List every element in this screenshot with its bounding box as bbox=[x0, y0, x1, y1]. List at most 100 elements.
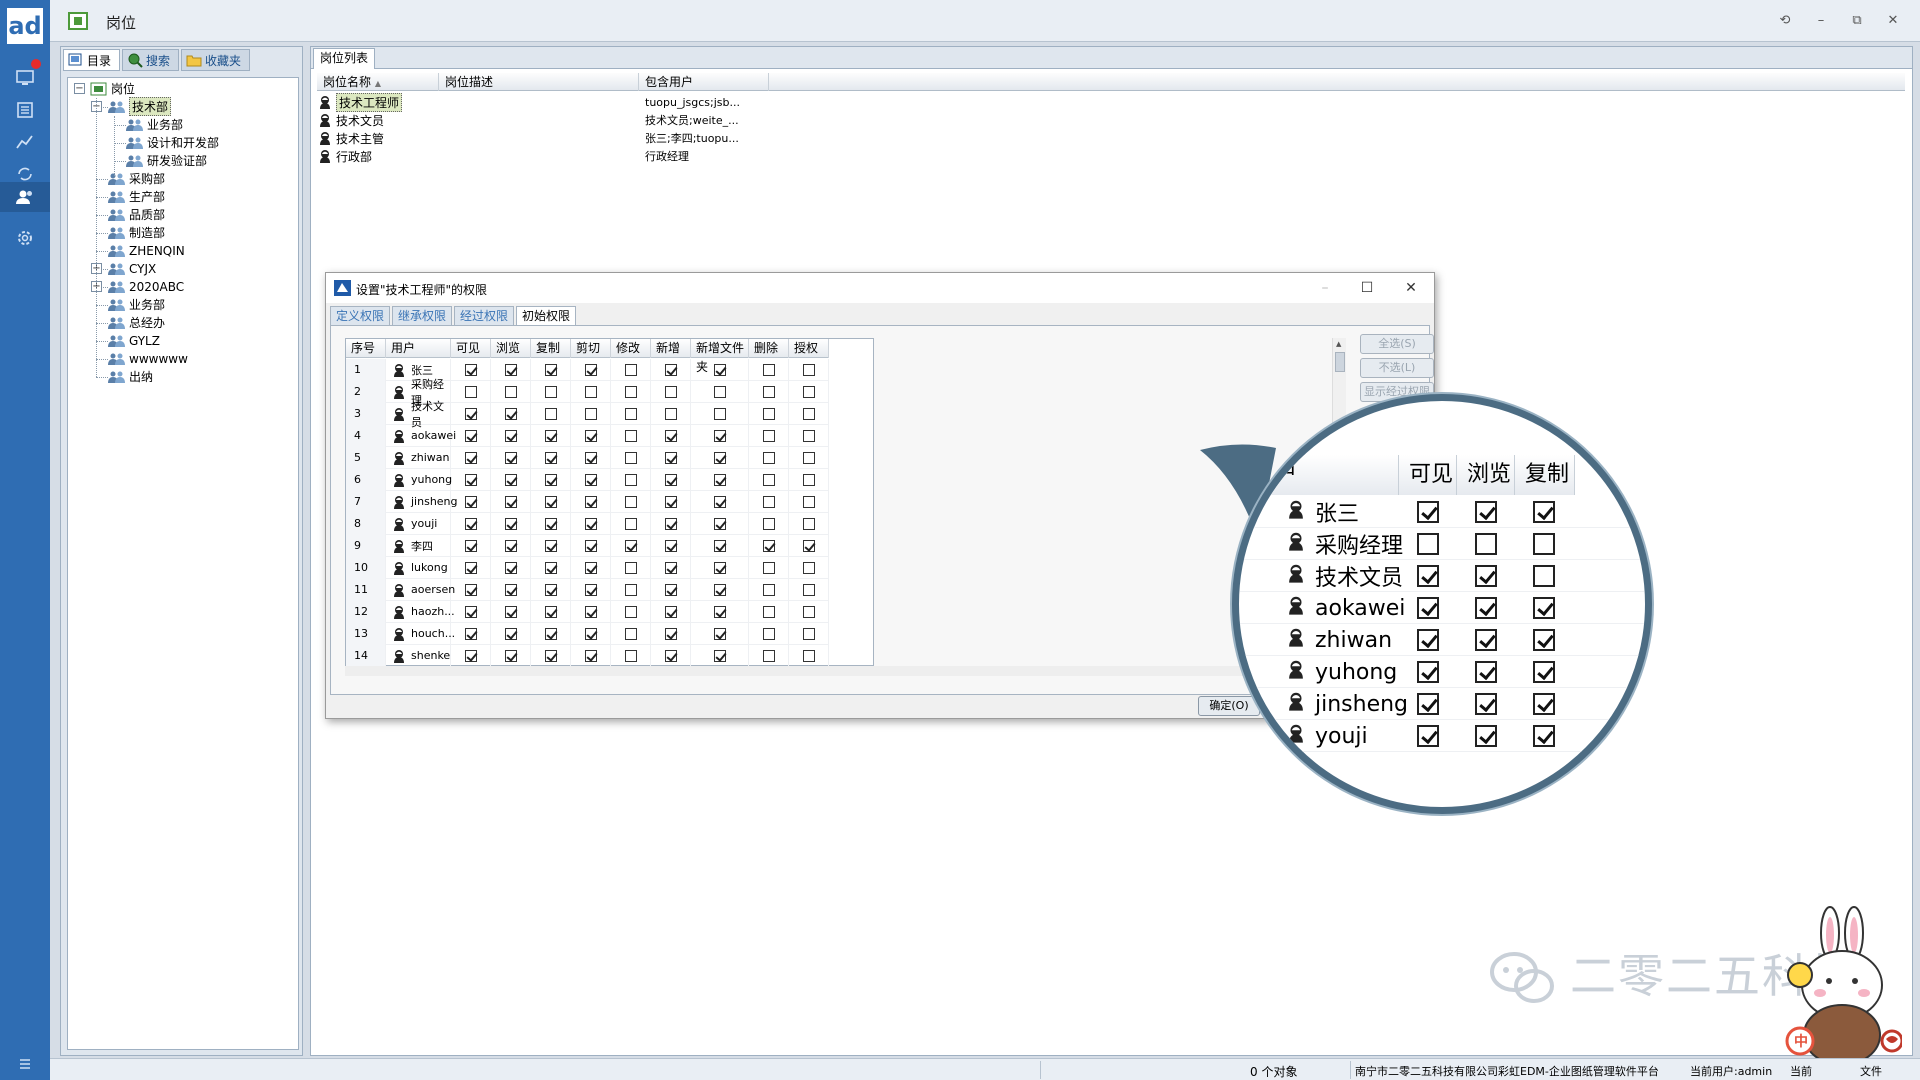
permission-checkbox[interactable] bbox=[624, 363, 637, 376]
permission-checkbox[interactable] bbox=[504, 561, 517, 574]
users-icon[interactable] bbox=[0, 182, 50, 212]
permission-checkbox[interactable] bbox=[464, 627, 477, 640]
scroll-thumb[interactable] bbox=[1335, 352, 1345, 372]
permission-checkbox[interactable] bbox=[584, 385, 597, 398]
select-all-button[interactable]: 全选(S) bbox=[1360, 334, 1434, 354]
grid-column-header[interactable]: 删除 bbox=[749, 339, 789, 358]
menu-icon[interactable] bbox=[0, 1050, 50, 1078]
tree-node[interactable]: 2020ABC bbox=[108, 278, 184, 295]
tree-node-root[interactable]: 岗位 bbox=[90, 80, 135, 97]
tree-node[interactable]: 业务部 bbox=[108, 296, 165, 313]
tab-search[interactable]: 搜索 bbox=[122, 49, 180, 71]
permission-checkbox[interactable] bbox=[624, 473, 637, 486]
permission-checkbox[interactable] bbox=[762, 517, 775, 530]
permission-checkbox[interactable] bbox=[504, 517, 517, 530]
permission-checkbox[interactable] bbox=[504, 627, 517, 640]
permission-checkbox[interactable] bbox=[464, 583, 477, 596]
permission-checkbox[interactable] bbox=[624, 649, 637, 662]
permission-checkbox[interactable] bbox=[762, 473, 775, 486]
scroll-up-icon[interactable]: ▲ bbox=[1336, 340, 1341, 348]
dialog-tab[interactable]: 经过权限 bbox=[454, 306, 515, 326]
permission-checkbox[interactable] bbox=[584, 627, 597, 640]
tree-node[interactable]: ZHENQIN bbox=[108, 242, 185, 259]
permission-checkbox[interactable] bbox=[802, 473, 815, 486]
column-header-desc[interactable]: 岗位描述 bbox=[439, 73, 639, 91]
table-row[interactable]: 14 shenke bbox=[346, 644, 829, 667]
permission-checkbox[interactable] bbox=[584, 473, 597, 486]
permission-checkbox[interactable] bbox=[762, 539, 775, 552]
tab-favorites[interactable]: 收藏夹 bbox=[181, 49, 251, 71]
monitor-icon[interactable] bbox=[0, 64, 50, 92]
permission-checkbox[interactable] bbox=[713, 517, 726, 530]
tree-node[interactable]: 技术部 bbox=[108, 97, 172, 116]
permission-checkbox[interactable] bbox=[664, 583, 677, 596]
tree-node[interactable]: wwwwww bbox=[108, 350, 188, 367]
tree-node[interactable]: CYJX bbox=[108, 260, 156, 277]
permission-checkbox[interactable] bbox=[584, 561, 597, 574]
tree-expander-icon[interactable]: − bbox=[74, 83, 85, 94]
permission-checkbox[interactable] bbox=[802, 429, 815, 442]
permission-checkbox[interactable] bbox=[762, 495, 775, 508]
settings-icon[interactable] bbox=[0, 224, 50, 252]
permission-checkbox[interactable] bbox=[584, 517, 597, 530]
table-row[interactable]: 8 youji bbox=[346, 512, 829, 535]
permission-checkbox[interactable] bbox=[504, 385, 517, 398]
tree-node[interactable]: 设计和开发部 bbox=[126, 134, 219, 151]
permission-checkbox[interactable] bbox=[624, 451, 637, 464]
permission-checkbox[interactable] bbox=[584, 407, 597, 420]
minimize-button[interactable]: – bbox=[1808, 10, 1834, 32]
table-row[interactable]: 12 haozh... bbox=[346, 600, 829, 623]
select-none-button[interactable]: 不选(L) bbox=[1360, 358, 1434, 378]
document-list-icon[interactable] bbox=[0, 96, 50, 124]
permission-checkbox[interactable] bbox=[802, 649, 815, 662]
permission-checkbox[interactable] bbox=[504, 451, 517, 464]
permission-checkbox[interactable] bbox=[504, 429, 517, 442]
table-row[interactable]: 11 aoersen bbox=[346, 578, 829, 601]
tree-node[interactable]: 出纳 bbox=[108, 368, 153, 385]
grid-column-header[interactable]: 修改 bbox=[611, 339, 651, 358]
permission-checkbox[interactable] bbox=[464, 473, 477, 486]
permission-checkbox[interactable] bbox=[762, 605, 775, 618]
tree-node[interactable]: 业务部 bbox=[126, 116, 183, 133]
permission-checkbox[interactable] bbox=[664, 649, 677, 662]
tree-node[interactable]: GYLZ bbox=[108, 332, 160, 349]
permission-checkbox[interactable] bbox=[762, 363, 775, 376]
grid-column-header[interactable]: 授权 bbox=[789, 339, 829, 358]
chart-line-icon[interactable] bbox=[0, 128, 50, 156]
column-header-name[interactable]: 岗位名称 ▲ bbox=[317, 73, 439, 91]
permission-checkbox[interactable] bbox=[544, 561, 557, 574]
permission-checkbox[interactable] bbox=[664, 561, 677, 574]
permission-checkbox[interactable] bbox=[464, 605, 477, 618]
permission-checkbox[interactable] bbox=[713, 583, 726, 596]
permission-checkbox[interactable] bbox=[664, 627, 677, 640]
permission-checkbox[interactable] bbox=[802, 451, 815, 464]
permission-checkbox[interactable] bbox=[802, 605, 815, 618]
permission-checkbox[interactable] bbox=[713, 627, 726, 640]
tree-node[interactable]: 品质部 bbox=[108, 206, 165, 223]
permission-checkbox[interactable] bbox=[624, 583, 637, 596]
permission-checkbox[interactable] bbox=[664, 407, 677, 420]
permission-checkbox[interactable] bbox=[802, 495, 815, 508]
permission-checkbox[interactable] bbox=[464, 561, 477, 574]
permission-checkbox[interactable] bbox=[713, 429, 726, 442]
dialog-tab[interactable]: 定义权限 bbox=[330, 306, 391, 326]
permission-checkbox[interactable] bbox=[544, 517, 557, 530]
dialog-close-button[interactable]: ✕ bbox=[1394, 277, 1428, 299]
permission-checkbox[interactable] bbox=[504, 407, 517, 420]
permission-checkbox[interactable] bbox=[762, 407, 775, 420]
permission-checkbox[interactable] bbox=[713, 363, 726, 376]
permission-checkbox[interactable] bbox=[802, 539, 815, 552]
tree-node[interactable]: 制造部 bbox=[108, 224, 165, 241]
permission-checkbox[interactable] bbox=[624, 429, 637, 442]
permission-checkbox[interactable] bbox=[584, 451, 597, 464]
permission-checkbox[interactable] bbox=[504, 473, 517, 486]
permission-checkbox[interactable] bbox=[802, 407, 815, 420]
permission-checkbox[interactable] bbox=[504, 539, 517, 552]
permission-checkbox[interactable] bbox=[664, 473, 677, 486]
permission-checkbox[interactable] bbox=[544, 429, 557, 442]
permission-checkbox[interactable] bbox=[713, 561, 726, 574]
list-item[interactable]: 技术工程师 tuopu_jsgcs;jsb... bbox=[317, 92, 769, 112]
grid-column-header[interactable]: 序号 bbox=[346, 339, 386, 358]
permission-checkbox[interactable] bbox=[584, 649, 597, 662]
permission-checkbox[interactable] bbox=[544, 539, 557, 552]
